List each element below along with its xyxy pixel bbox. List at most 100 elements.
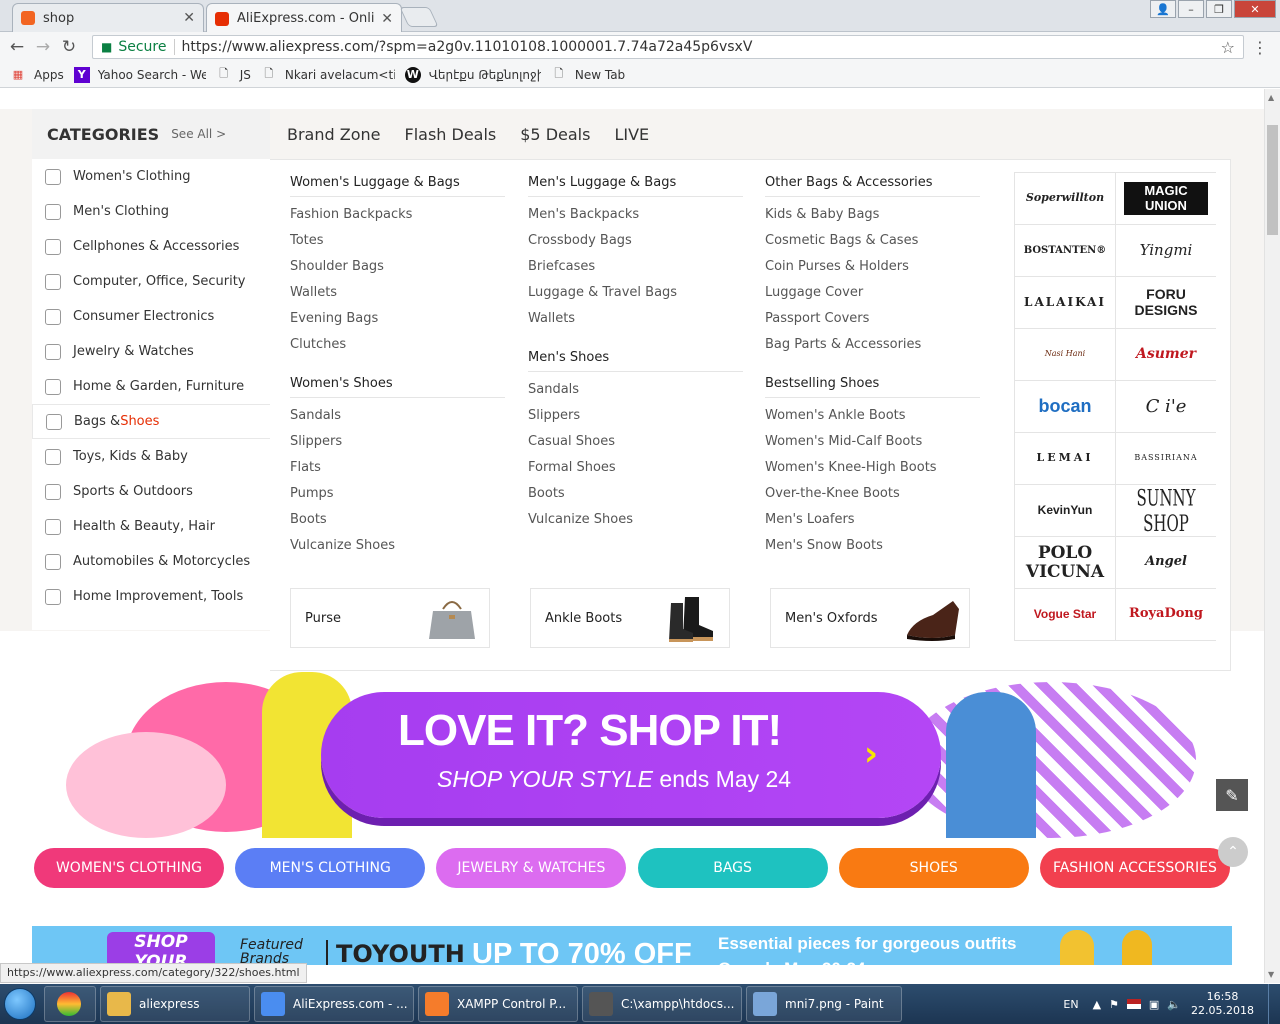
brand-logo[interactable]: KevinYun — [1015, 485, 1115, 536]
flyout-link[interactable]: Luggage & Travel Bags — [528, 283, 743, 309]
flyout-link[interactable]: Men's Snow Boots — [765, 536, 980, 562]
back-arrow-icon[interactable]: ← — [4, 37, 30, 57]
brand-logo[interactable]: Nasi Hani — [1015, 329, 1115, 380]
toyouth-banner[interactable]: SHOP YOUR STYLE Featured Brands TOYOUTH … — [32, 926, 1232, 965]
reload-icon[interactable]: ↻ — [56, 37, 82, 57]
us-flag-icon[interactable] — [1126, 999, 1141, 1009]
bookmark-nkari[interactable]: 🗋 Nkari avelacum<title — [261, 67, 394, 83]
brand-logo[interactable]: Soperwillton — [1015, 173, 1115, 224]
flyout-link[interactable]: Boots — [528, 484, 743, 510]
flyout-link[interactable]: Vulcanize Shoes — [290, 536, 505, 562]
flyout-link[interactable]: Luggage Cover — [765, 283, 980, 309]
taskbar-app[interactable]: XAMPP Control P... — [418, 986, 578, 1022]
scroll-thumb[interactable] — [1267, 125, 1278, 235]
see-all-link[interactable]: See All > — [171, 127, 226, 141]
flyout-link[interactable]: Evening Bags — [290, 309, 505, 335]
flyout-link[interactable]: Sandals — [528, 380, 743, 406]
flyout-link[interactable]: Slippers — [290, 432, 505, 458]
flag-icon[interactable]: ⚑ — [1109, 998, 1119, 1011]
brand-logo[interactable]: Vogue Star — [1015, 589, 1115, 640]
flyout-link[interactable]: Cosmetic Bags & Cases — [765, 231, 980, 257]
clock[interactable]: 16:58 22.05.2018 — [1191, 990, 1254, 1018]
bookmark-w[interactable]: W Վերէքս Թեքնոլոջի — [404, 66, 541, 83]
category-item[interactable]: Health & Beauty, Hair — [32, 509, 270, 544]
brand-logo[interactable]: C i'e — [1116, 381, 1216, 432]
category-item[interactable]: Jewelry & Watches — [32, 334, 270, 369]
close-tab-icon[interactable]: ✕ — [381, 11, 393, 27]
new-tab-button[interactable] — [399, 7, 439, 27]
category-pill[interactable]: BAGS — [637, 848, 828, 888]
flyout-link[interactable]: Kids & Baby Bags — [765, 205, 980, 231]
scroll-top-icon[interactable]: ⌃ — [1218, 837, 1248, 867]
taskbar-pinned-app[interactable] — [44, 986, 96, 1022]
bookmark-newtab[interactable]: 🗋 New Tab — [551, 67, 625, 83]
flyout-link[interactable]: Wallets — [528, 309, 743, 335]
promo-mens-oxfords[interactable]: Men's Oxfords — [770, 588, 970, 648]
bookmark-apps[interactable]: ▦ Apps — [10, 67, 64, 83]
flyout-link[interactable]: Sandals — [290, 406, 505, 432]
category-item[interactable]: Sports & Outdoors — [32, 474, 270, 509]
restore-button[interactable]: ❐ — [1206, 0, 1232, 18]
flyout-link[interactable]: Formal Shoes — [528, 458, 743, 484]
flyout-link[interactable]: Over-the-Knee Boots — [765, 484, 980, 510]
category-item[interactable]: Men's Clothing — [32, 194, 270, 229]
category-item[interactable]: Home Improvement, Tools — [32, 579, 270, 614]
tray-arrow-icon[interactable]: ▲ — [1093, 998, 1101, 1011]
scroll-up-icon[interactable]: ▲ — [1268, 93, 1274, 102]
category-pill[interactable]: WOMEN'S CLOTHING — [34, 848, 224, 888]
flyout-link[interactable]: Passport Covers — [765, 309, 980, 335]
taskbar-app[interactable]: AliExpress.com - ... — [254, 986, 414, 1022]
flyout-link[interactable]: Flats — [290, 458, 505, 484]
category-pill[interactable]: JEWELRY & WATCHES — [436, 848, 627, 888]
category-pill[interactable]: MEN'S CLOTHING — [235, 848, 426, 888]
brand-logo[interactable]: POLO VICUNA — [1015, 537, 1115, 588]
flyout-link[interactable]: Casual Shoes — [528, 432, 743, 458]
category-pill[interactable]: SHOES — [838, 848, 1029, 888]
hero-banner[interactable]: LOVE IT? SHOP IT! SHOP YOUR STYLE ends M… — [66, 672, 1202, 838]
flyout-group-title[interactable]: Other Bags & Accessories — [765, 167, 980, 197]
brand-logo[interactable]: SUNNY SHOP — [1116, 485, 1216, 536]
close-tab-icon[interactable]: ✕ — [183, 10, 195, 26]
category-item[interactable]: Women's Clothing — [32, 159, 270, 194]
taskbar-app[interactable]: mni7.png - Paint — [746, 986, 902, 1022]
volume-icon[interactable]: 🔈 — [1167, 998, 1181, 1011]
flyout-link[interactable]: Men's Loafers — [765, 510, 980, 536]
brand-logo[interactable]: BASSIRIANA — [1116, 433, 1216, 484]
category-item[interactable]: Consumer Electronics — [32, 299, 270, 334]
brand-logo[interactable]: LEMAI — [1015, 433, 1115, 484]
category-pill[interactable]: FASHION ACCESSORIES — [1039, 848, 1230, 888]
flyout-link[interactable]: Vulcanize Shoes — [528, 510, 743, 536]
brand-logo[interactable]: Yingmi — [1116, 225, 1216, 276]
taskbar-app[interactable]: aliexpress — [100, 986, 250, 1022]
forward-arrow-icon[interactable]: → — [30, 37, 56, 57]
start-button[interactable] — [0, 984, 40, 1024]
brand-logo[interactable]: LALAIKAI — [1015, 277, 1115, 328]
flyout-link[interactable]: Slippers — [528, 406, 743, 432]
scroll-down-icon[interactable]: ▼ — [1268, 970, 1274, 979]
flyout-group-title[interactable]: Women's Shoes — [290, 368, 505, 398]
category-item[interactable]: Toys, Kids & Baby — [32, 439, 270, 474]
category-item[interactable]: Bags & Shoes — [32, 404, 271, 439]
language-indicator[interactable]: EN — [1063, 998, 1078, 1011]
brand-logo[interactable]: bocan — [1015, 381, 1115, 432]
flyout-group-title[interactable]: Bestselling Shoes — [765, 368, 980, 398]
user-icon[interactable]: 👤 — [1150, 0, 1176, 18]
brand-logo[interactable]: Asumer — [1116, 329, 1216, 380]
brand-logo[interactable]: MAGIC UNION — [1116, 173, 1216, 224]
network-icon[interactable]: ▣ — [1149, 998, 1159, 1011]
promo-ankle-boots[interactable]: Ankle Boots — [530, 588, 730, 648]
tab-aliexpress[interactable]: AliExpress.com - Online S ✕ — [206, 3, 402, 33]
flyout-link[interactable]: Fashion Backpacks — [290, 205, 505, 231]
flyout-link[interactable]: Crossbody Bags — [528, 231, 743, 257]
nav-live[interactable]: LIVE — [614, 125, 649, 144]
nav-flash-deals[interactable]: Flash Deals — [404, 125, 496, 144]
flyout-link[interactable]: Women's Mid-Calf Boots — [765, 432, 980, 458]
category-item[interactable]: Cellphones & Accessories — [32, 229, 270, 264]
brand-logo[interactable]: RoyaDong — [1116, 589, 1216, 640]
url-text[interactable]: https://www.aliexpress.com/?spm=a2g0v.11… — [181, 39, 1220, 55]
bookmark-yahoo[interactable]: Y Yahoo Search - Web — [73, 66, 206, 83]
brand-logo[interactable]: FORU DESIGNS — [1116, 277, 1216, 328]
brand-logo[interactable]: Angel — [1116, 537, 1216, 588]
minimize-button[interactable]: – — [1178, 0, 1204, 18]
category-item[interactable]: Computer, Office, Security — [32, 264, 270, 299]
